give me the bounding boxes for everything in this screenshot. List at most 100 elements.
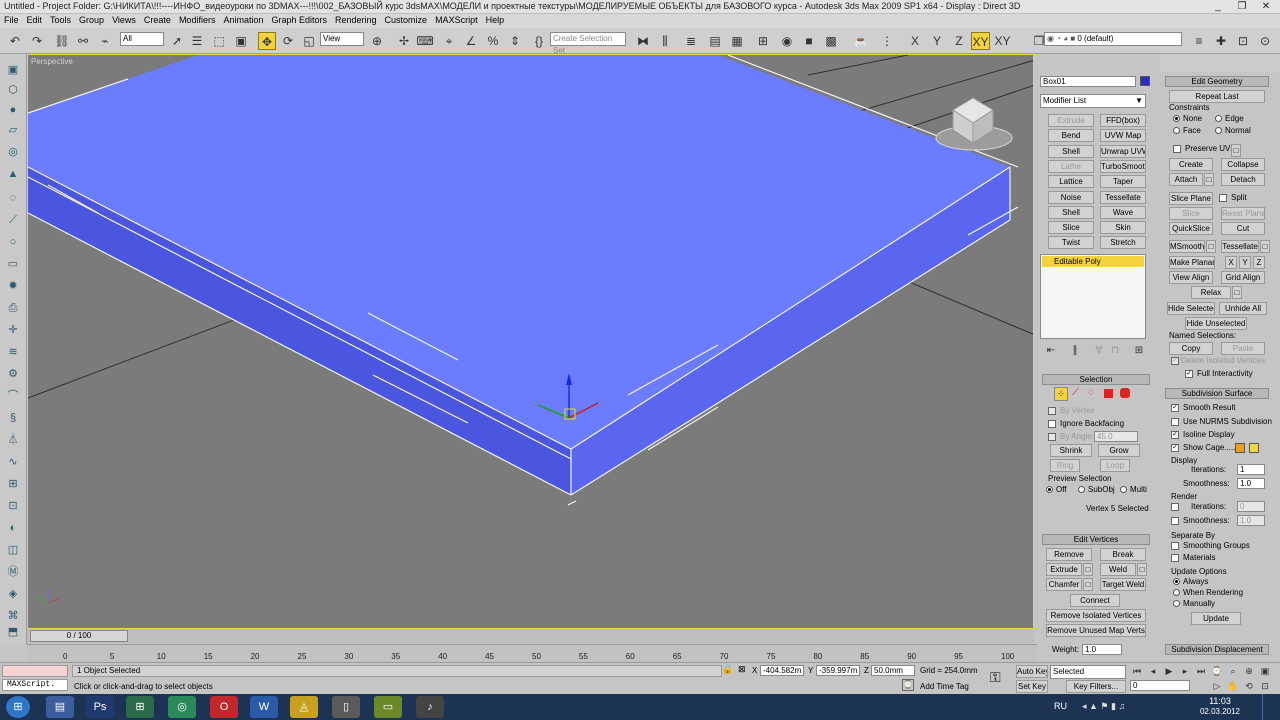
create-spacewarp-icon[interactable]: ≋ [4, 344, 22, 360]
modifier-uvw-icon[interactable]: ⊡ [4, 498, 22, 514]
break-button[interactable]: Break [1100, 548, 1146, 561]
axis-x-button[interactable]: X [906, 32, 924, 50]
mirror-icon[interactable]: ⧓ [634, 32, 652, 50]
isoline-display-checkbox[interactable]: ✓ [1171, 431, 1179, 439]
remove-button[interactable]: Remove [1046, 548, 1092, 561]
preview-off-radio[interactable] [1046, 486, 1053, 493]
cut-button[interactable]: Cut [1221, 222, 1265, 235]
go-to-end-icon[interactable]: ⏭ [1194, 664, 1208, 678]
remove-modifier-icon[interactable]: ⊓ [1106, 342, 1124, 360]
shrink-button[interactable]: Shrink [1050, 444, 1092, 457]
selection-rollout-header[interactable]: Selection [1042, 374, 1150, 385]
render-icon[interactable]: ☕ [852, 32, 870, 50]
vertex-mode-icon[interactable]: ⁘ [1054, 387, 1068, 401]
current-frame-field[interactable]: 0 [1130, 680, 1190, 691]
edit-vertices-header[interactable]: Edit Vertices [1042, 534, 1150, 545]
unlink-icon[interactable]: ⚯ [74, 32, 92, 50]
add-to-layer-icon[interactable]: ✚ [1212, 32, 1230, 50]
modifier-taper-icon[interactable]: ⏃ [4, 432, 22, 448]
clock-date[interactable]: 02.03.2012 [1196, 707, 1244, 716]
constraint-normal-radio[interactable] [1215, 127, 1222, 134]
pivot-center-icon[interactable]: ⊕ [368, 32, 386, 50]
named-selection-set-dropdown[interactable]: Create Selection Set [550, 32, 626, 55]
y-coord-field[interactable]: -359.997m [816, 665, 860, 676]
select-and-move-icon[interactable]: ✥ [258, 32, 276, 50]
layer-dropdown[interactable]: ◉ ◔ ◕ ■ 0 (default) [1044, 32, 1182, 46]
constraint-none-radio[interactable] [1173, 115, 1180, 122]
remove-unused-map-verts-button[interactable]: Remove Unused Map Verts [1046, 624, 1146, 637]
extras-icon[interactable]: ⋮ [878, 32, 896, 50]
slice-plane-button[interactable]: Slice Plane [1169, 192, 1213, 205]
edit-geometry-header[interactable]: Edit Geometry [1165, 76, 1269, 87]
material-editor-icon[interactable]: ◉ [778, 32, 796, 50]
weld-button[interactable]: Weld [1100, 563, 1136, 576]
modifier-twist-icon[interactable]: § [4, 410, 22, 426]
full-interactivity-checkbox[interactable]: ✓ [1185, 370, 1193, 378]
keyboard-shortcut-icon[interactable]: ⌨ [416, 32, 434, 50]
edit-named-sel-icon[interactable]: {} [530, 32, 548, 50]
planar-y-button[interactable]: Y [1239, 256, 1251, 269]
connect-button[interactable]: Connect [1070, 594, 1120, 607]
axis-xy-button[interactable]: XY [971, 32, 990, 50]
modifier-extrude-button[interactable]: Extrude [1048, 114, 1094, 127]
zoom-icon[interactable]: ⌕ [1226, 664, 1240, 678]
hide-unselected-button[interactable]: Hide Unselected [1185, 317, 1247, 330]
chamfer-settings-button[interactable]: □ [1083, 578, 1093, 591]
reset-plane-button[interactable]: Reset Plane [1221, 207, 1265, 220]
modifier-stretch-button[interactable]: Stretch [1100, 236, 1146, 250]
modifier-taper-button[interactable]: Taper [1100, 175, 1146, 189]
detach-button[interactable]: Detach [1221, 173, 1265, 186]
grid-align-button[interactable]: Grid Align [1221, 271, 1265, 284]
rect-selection-icon[interactable]: ⬚ [210, 32, 228, 50]
x-coord-field[interactable]: -404.582m [760, 665, 804, 676]
viewport-label[interactable]: Perspective [31, 57, 73, 66]
modifier-edit-poly-icon[interactable]: ◈ [4, 586, 22, 602]
create-camera-icon[interactable]: ⎙ [4, 300, 22, 316]
create-system-icon[interactable]: ⚙ [4, 366, 22, 382]
menu-animation[interactable]: Animation [219, 14, 267, 26]
percent-snap-icon[interactable]: % [484, 32, 502, 50]
render-iterations-checkbox[interactable] [1171, 503, 1179, 511]
preview-subobj-radio[interactable] [1078, 486, 1085, 493]
slice-button[interactable]: Slice [1169, 207, 1213, 220]
modifier-ffd-box--button[interactable]: FFD(box) [1100, 114, 1146, 127]
subdivision-displacement-header[interactable]: Subdivision Displacement [1165, 644, 1269, 655]
menu-graph-editors[interactable]: Graph Editors [267, 14, 331, 26]
tessellate-settings-button[interactable]: □ [1260, 240, 1270, 253]
close-icon[interactable]: ✕ [1254, 0, 1278, 13]
key-filters-button[interactable]: Key Filters... [1066, 680, 1126, 693]
delete-isolated-checkbox[interactable]: ✓ [1171, 357, 1179, 365]
clock-time[interactable]: 11:03 [1200, 696, 1240, 706]
modifier-smooth-icon[interactable]: ◐ [4, 520, 22, 536]
modifier-ffd-icon[interactable]: ⊞ [4, 476, 22, 492]
undo-icon[interactable]: ↶ [6, 32, 24, 50]
render-setup-icon[interactable]: ■ [800, 32, 818, 50]
create-sphere-icon[interactable]: ● [4, 102, 22, 118]
add-time-tag-button[interactable]: Add Time Tag [920, 682, 969, 691]
paste-button[interactable]: Paste [1221, 342, 1265, 355]
attach-settings-button[interactable]: □ [1204, 173, 1214, 186]
taskbar-word-icon[interactable]: W [250, 696, 278, 718]
time-tag-icon[interactable]: ⌚ [902, 679, 914, 691]
weld-settings-button[interactable]: □ [1137, 563, 1147, 576]
go-to-start-icon[interactable]: ⏮ [1130, 664, 1144, 678]
relax-settings-button[interactable]: □ [1232, 286, 1242, 299]
msmooth-button[interactable]: MSmooth [1169, 240, 1205, 253]
modifier-cloth-icon[interactable]: ⌘ [4, 608, 22, 624]
object-color-swatch[interactable] [1140, 76, 1150, 86]
display-iterations-spinner[interactable]: 1 [1237, 464, 1265, 475]
create-tube-icon[interactable]: ◎ [4, 144, 22, 160]
taskbar-folder-icon[interactable]: ▭ [374, 696, 402, 718]
modifier-twist-button[interactable]: Twist [1048, 236, 1094, 250]
modifier-noise-icon[interactable]: ∿ [4, 454, 22, 470]
schematic-view-icon[interactable]: ⊞ [754, 32, 772, 50]
maximize-viewport-icon[interactable]: ⊡ [1258, 679, 1272, 693]
bind-spacewarp-icon[interactable]: ⌁ [96, 32, 114, 50]
update-always-radio[interactable] [1173, 578, 1180, 585]
modifier-turbosmooth-button[interactable]: TurboSmooth [1100, 159, 1146, 173]
cage-selected-color-swatch[interactable] [1249, 443, 1259, 453]
modifier-mesh-icon[interactable]: Ⓜ [4, 564, 22, 580]
smoothing-groups-checkbox[interactable] [1171, 542, 1179, 550]
extrude-settings-button[interactable]: □ [1083, 563, 1093, 576]
loop-button[interactable]: Loop [1100, 459, 1130, 472]
